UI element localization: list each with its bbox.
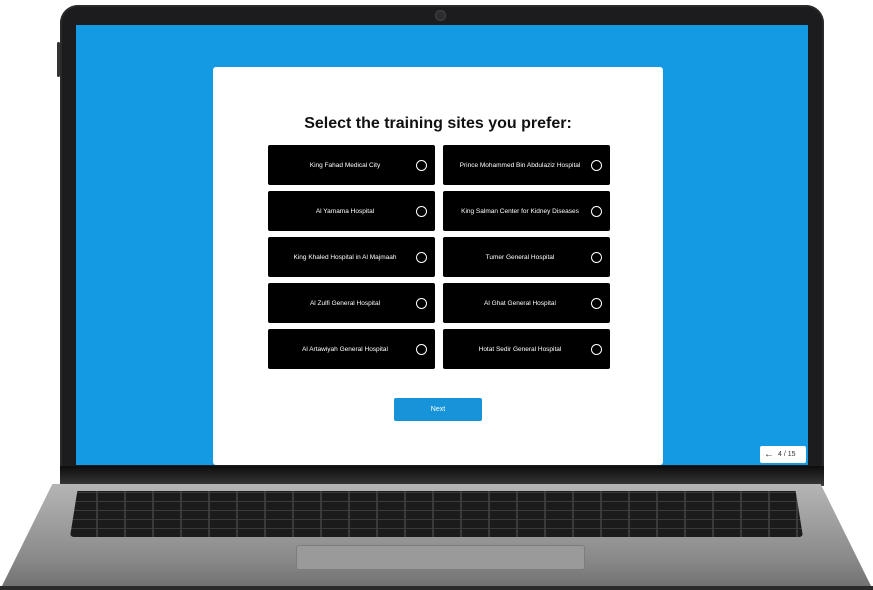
option-al-artawiyah-general-hospital[interactable]: Al Artawiyah General Hospital: [268, 329, 435, 369]
option-tumer-general-hospital[interactable]: Tumer General Hospital: [443, 237, 610, 277]
radio-icon[interactable]: [591, 251, 602, 263]
option-al-ghat-general-hospital[interactable]: Al Ghat General Hospital: [443, 283, 610, 323]
slide-pager: ← 4 / 15: [760, 446, 806, 463]
next-button[interactable]: Next: [394, 398, 482, 421]
page-counter: 4 / 15: [778, 451, 796, 458]
option-label: King Khaled Hospital in Al Majmaah: [293, 253, 397, 261]
webcam-icon: [436, 11, 445, 20]
dialog-title: Select the training sites you prefer:: [304, 115, 572, 132]
option-label: Al Ghat General Hospital: [484, 299, 556, 307]
option-label: Al Zulfi General Hospital: [309, 299, 381, 307]
laptop-lid-edge: [57, 42, 60, 77]
radio-icon[interactable]: [591, 159, 602, 171]
option-al-zulfi-general-hospital[interactable]: Al Zulfi General Hospital: [268, 283, 435, 323]
radio-icon[interactable]: [416, 251, 427, 263]
option-king-fahad-medical-city[interactable]: King Fahad Medical City: [268, 145, 435, 185]
radio-icon[interactable]: [416, 297, 427, 309]
option-al-yamama-hospital[interactable]: Al Yamama Hospital: [268, 191, 435, 231]
selection-dialog: Select the training sites you prefer: Ki…: [213, 67, 663, 465]
option-label: Al Artawiyah General Hospital: [302, 345, 388, 353]
laptop-trackpad: [296, 545, 585, 570]
option-label: Prince Mohammed Bin Abdulaziz Hospital: [459, 161, 581, 169]
option-label: King Salman Center for Kidney Diseases: [461, 207, 579, 215]
option-hotat-sedir-general-hospital[interactable]: Hotat Sedir General Hospital: [443, 329, 610, 369]
radio-icon[interactable]: [591, 343, 602, 355]
radio-icon[interactable]: [591, 205, 602, 217]
option-label: King Fahad Medical City: [309, 161, 381, 169]
radio-icon[interactable]: [591, 297, 602, 309]
radio-icon[interactable]: [416, 205, 427, 217]
option-king-khaled-hospital[interactable]: King Khaled Hospital in Al Majmaah: [268, 237, 435, 277]
laptop-foot: [0, 586, 873, 590]
option-label: Tumer General Hospital: [485, 253, 555, 261]
arrow-left-icon[interactable]: ←: [764, 449, 774, 460]
option-king-salman-center[interactable]: King Salman Center for Kidney Diseases: [443, 191, 610, 231]
laptop-screen: Select the training sites you prefer: Ki…: [76, 25, 808, 465]
laptop-hinge: [60, 466, 824, 486]
laptop-keyboard: [70, 491, 803, 537]
option-label: Hotat Sedir General Hospital: [478, 345, 562, 353]
option-label: Al Yamama Hospital: [315, 207, 375, 215]
radio-icon[interactable]: [416, 343, 427, 355]
radio-icon[interactable]: [416, 159, 427, 171]
option-prince-mohammed-hospital[interactable]: Prince Mohammed Bin Abdulaziz Hospital: [443, 145, 610, 185]
training-site-options: King Fahad Medical City Prince Mohammed …: [268, 145, 610, 369]
